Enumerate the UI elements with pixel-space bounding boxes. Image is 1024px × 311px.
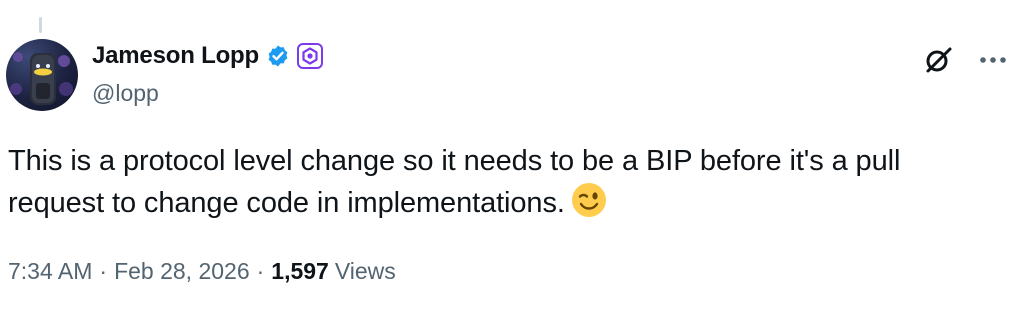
- author-handle[interactable]: @lopp: [92, 80, 159, 107]
- verified-check-icon[interactable]: [265, 43, 291, 69]
- author-header: Jameson Lopp: [92, 42, 323, 70]
- meta-separator: ·: [256, 258, 265, 284]
- meta-separator: ·: [99, 258, 108, 284]
- tweet-body-text: This is a protocol level change so it ne…: [8, 145, 901, 219]
- avatar-image: [10, 52, 73, 105]
- grok-icon[interactable]: [922, 44, 954, 76]
- tweet-time[interactable]: 7:34 AM: [8, 258, 92, 285]
- thread-connector-line: [39, 17, 42, 33]
- tweet-text: This is a protocol level change so it ne…: [8, 140, 998, 230]
- more-options-icon[interactable]: [976, 44, 1010, 76]
- views-label[interactable]: Views: [335, 258, 396, 285]
- tweet-actions-top: [922, 44, 1010, 76]
- tweet-date[interactable]: Feb 28, 2026: [114, 258, 250, 285]
- views-count[interactable]: 1,597: [271, 258, 329, 285]
- avatar[interactable]: [6, 39, 78, 111]
- tweet-meta: 7:34 AM · Feb 28, 2026 · 1,597 Views: [8, 258, 396, 285]
- author-display-name[interactable]: Jameson Lopp: [92, 42, 259, 70]
- affiliate-badge-icon[interactable]: [296, 43, 323, 69]
- winking-face-emoji-icon: [571, 182, 607, 230]
